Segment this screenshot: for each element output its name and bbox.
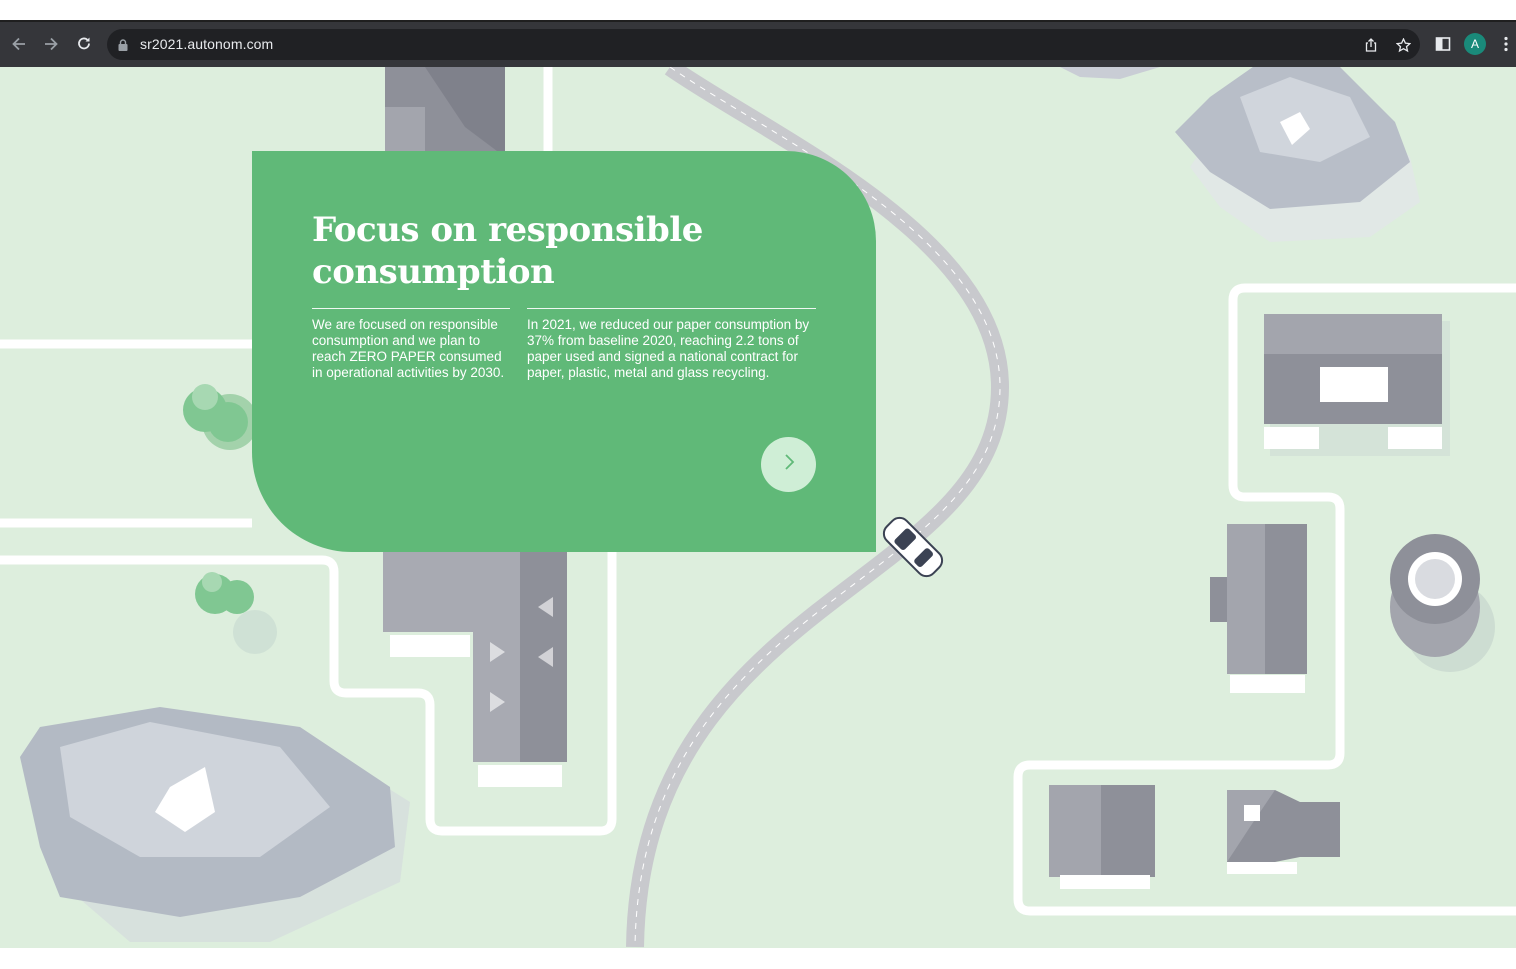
window-top-strip	[0, 0, 1516, 22]
browser-toolbar: sr2021.autonom.com A	[0, 22, 1516, 67]
share-icon[interactable]	[1361, 35, 1381, 55]
building-bottom-right-2	[1227, 790, 1340, 874]
tree-cluster-1	[183, 384, 258, 450]
url-text[interactable]: sr2021.autonom.com	[140, 36, 273, 52]
rock-top-partial	[1060, 67, 1160, 79]
next-button[interactable]	[761, 437, 816, 492]
kebab-menu-icon[interactable]	[1496, 32, 1516, 56]
card-title: Focus on responsible consumption	[312, 210, 703, 292]
chevron-right-icon	[783, 453, 795, 476]
building-tall-right	[1210, 524, 1307, 693]
round-tower	[1390, 534, 1495, 672]
profile-avatar[interactable]: A	[1463, 32, 1487, 56]
building-bottom-right-1	[1049, 785, 1155, 889]
side-panel-icon[interactable]	[1431, 32, 1455, 56]
window-bottom-strip	[0, 948, 1516, 969]
lock-icon[interactable]	[118, 38, 128, 56]
forward-arrow-icon[interactable]	[37, 30, 65, 58]
card-text-left: We are focused on responsible consumptio…	[312, 308, 510, 381]
building-center-left	[383, 552, 567, 787]
building-u-right	[1264, 314, 1450, 456]
back-arrow-icon[interactable]	[5, 30, 33, 58]
building-top-left	[385, 67, 505, 157]
page-viewport: Focus on responsible consumption We are …	[0, 67, 1516, 948]
address-bar[interactable]: sr2021.autonom.com	[107, 29, 1420, 60]
card-text-right: In 2021, we reduced our paper consumptio…	[527, 308, 816, 381]
tree-cluster-2	[195, 572, 277, 654]
rock-bottom-left	[20, 707, 410, 942]
rock-top-right	[1175, 67, 1420, 242]
info-card: Focus on responsible consumption We are …	[252, 151, 876, 552]
bookmark-star-icon[interactable]	[1393, 35, 1413, 55]
reload-icon[interactable]	[70, 30, 98, 58]
